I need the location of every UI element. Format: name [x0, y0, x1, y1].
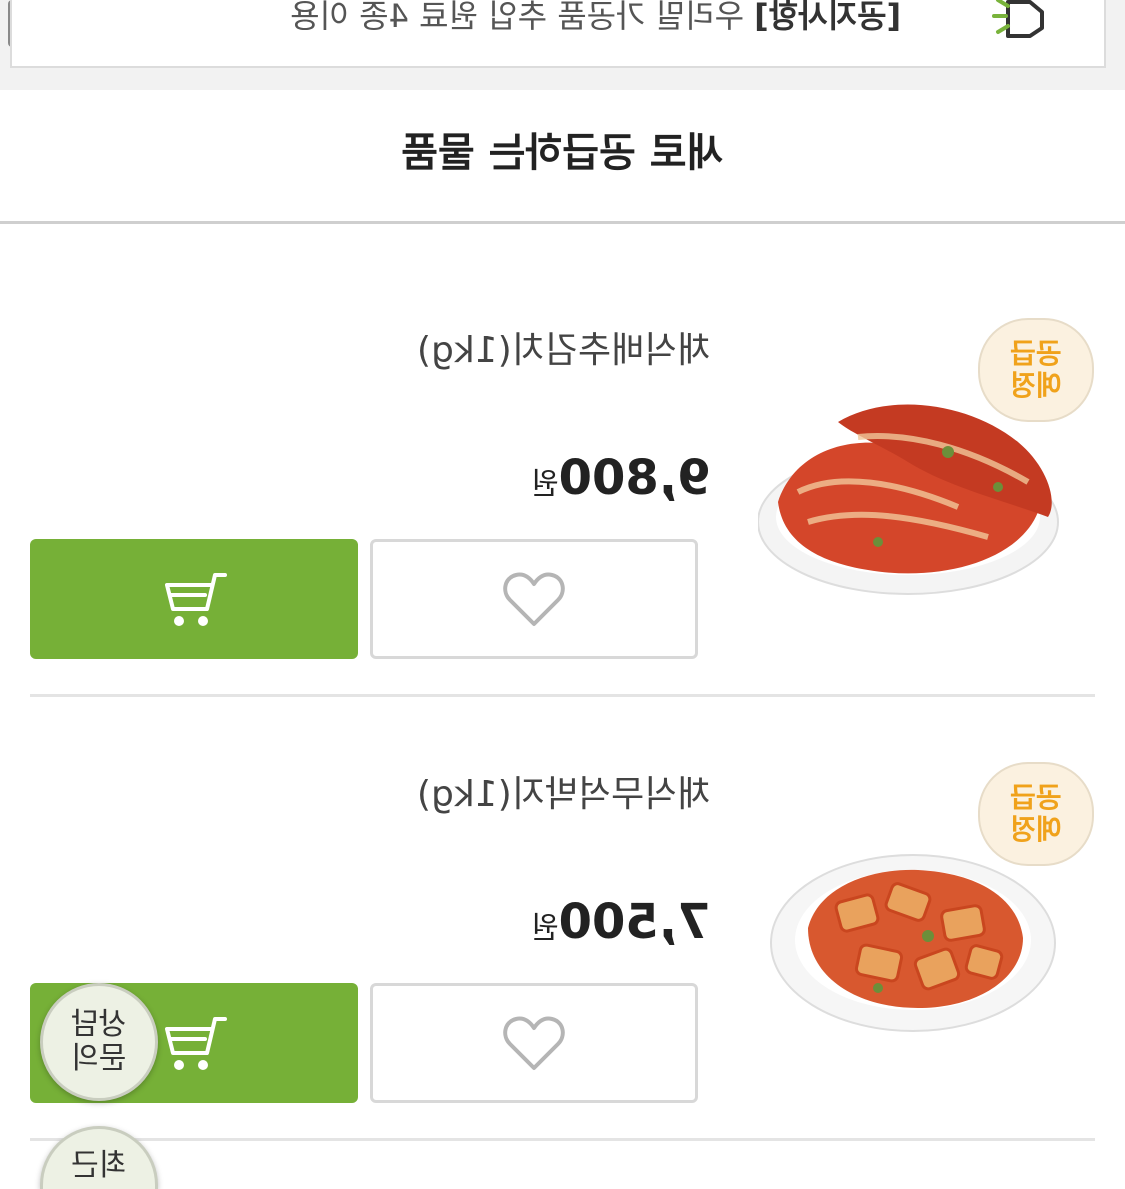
heart-icon	[503, 1016, 565, 1070]
consult-inquiry-button[interactable]: 상담 문의	[40, 983, 158, 1101]
product-name[interactable]: 채식무석박지(1kg)	[380, 770, 710, 820]
recent-viewed-button[interactable]: 최근	[40, 1126, 158, 1189]
product-name[interactable]: 채식배추김치(1kg)	[380, 326, 710, 376]
product-price: 7,500원	[530, 894, 710, 950]
wishlist-button[interactable]	[370, 983, 698, 1103]
product-card: 공급 예정 채식배추김치(1kg) 9,800원	[0, 0, 1125, 659]
radish-kimchi-image[interactable]	[768, 848, 1058, 1038]
product-card: 공급 예정 채식무석박지(1kg) 7,500원	[0, 444, 1125, 1103]
row-divider	[30, 1138, 1095, 1141]
cart-icon	[165, 1017, 227, 1070]
